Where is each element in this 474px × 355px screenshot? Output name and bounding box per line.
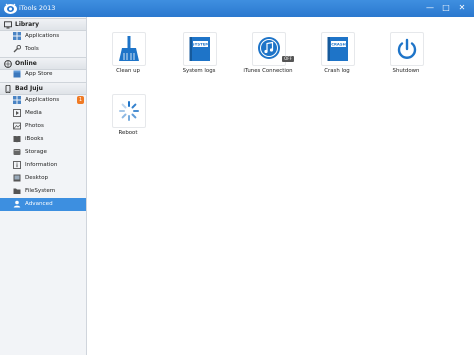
desktop-icon [13, 174, 21, 182]
info-icon [13, 161, 21, 169]
tool-label: Crash log [324, 68, 350, 74]
tool-icon-box [112, 94, 146, 128]
reboot-spinner-icon [119, 101, 139, 121]
reboot-button[interactable]: Reboot [102, 94, 154, 146]
tool-label: iTunes Connection [243, 68, 293, 74]
sidebar-item-tools[interactable]: Tools [0, 43, 86, 56]
advanced-tools-panel: Clean up SYSTEM System logs OFF iTunes C… [87, 17, 474, 355]
tool-label: Shutdown [392, 68, 420, 74]
tool-icon-box: CRASH [321, 32, 355, 66]
sidebar-item-app-store[interactable]: App Store [0, 68, 86, 81]
window-title: iTools 2013 [19, 4, 56, 12]
crash-log-button[interactable]: CRASH Crash log [311, 32, 363, 84]
grid-icon [13, 32, 21, 40]
folder-icon [13, 188, 21, 194]
system-logs-icon-text: SYSTEM [192, 42, 209, 47]
phone-icon [5, 85, 11, 93]
sidebar-item-information[interactable]: Information [0, 159, 86, 172]
title-bar: iTools 2013 — □ ✕ [0, 0, 474, 17]
sidebar-item-storage[interactable]: Storage [0, 146, 86, 159]
photo-icon [13, 122, 21, 130]
tool-icon-box: SYSTEM [183, 32, 217, 66]
maximize-button[interactable]: □ [440, 2, 452, 14]
sidebar-item-desktop[interactable]: Desktop [0, 172, 86, 185]
update-count-badge: 1 [77, 96, 84, 104]
storage-icon [13, 149, 21, 155]
sidebar-item-label: Desktop [25, 175, 49, 181]
sidebar-item-label: FileSystem [25, 188, 56, 194]
itools-window: iTools 2013 — □ ✕ Library Applications T… [0, 0, 474, 355]
sidebar: Library Applications Tools Online App St… [0, 17, 87, 355]
itunes-icon [258, 37, 280, 59]
sidebar-item-library-applications[interactable]: Applications [0, 30, 86, 43]
itunes-status-badge: OFF [282, 56, 294, 62]
globe-icon [4, 60, 12, 68]
monitor-icon [4, 21, 12, 29]
sidebar-item-label: Tools [25, 46, 39, 52]
sidebar-item-media[interactable]: Media [0, 107, 86, 120]
shutdown-button[interactable]: Shutdown [380, 32, 432, 84]
sidebar-item-label: iBooks [25, 136, 44, 142]
tool-label: Clean up [116, 68, 140, 74]
sidebar-section-label: Bad Juju [15, 85, 43, 92]
system-logs-button[interactable]: SYSTEM System logs [173, 32, 225, 84]
sidebar-item-label: Applications [25, 97, 60, 103]
broom-icon [119, 36, 139, 61]
sidebar-item-device-applications[interactable]: Applications 1 [0, 94, 86, 107]
media-icon [13, 109, 21, 117]
sidebar-item-advanced[interactable]: Advanced [0, 198, 86, 211]
sidebar-item-label: Photos [25, 123, 44, 129]
itools-logo-icon [4, 3, 17, 14]
tool-label: Reboot [118, 130, 138, 136]
sidebar-item-label: Advanced [25, 201, 53, 207]
sidebar-item-ibooks[interactable]: iBooks [0, 133, 86, 146]
sidebar-item-photos[interactable]: Photos [0, 120, 86, 133]
sidebar-item-label: Information [25, 162, 58, 168]
minimize-button[interactable]: — [424, 2, 436, 14]
sidebar-item-label: Media [25, 110, 42, 116]
tool-icon-box: OFF [252, 32, 294, 66]
itunes-connection-button[interactable]: OFF iTunes Connection [242, 32, 294, 84]
crash-log-icon-text: CRASH [331, 42, 346, 47]
power-icon [397, 38, 417, 59]
sidebar-item-label: Storage [25, 149, 47, 155]
system-logs-icon: SYSTEM [189, 37, 210, 61]
close-button[interactable]: ✕ [456, 2, 468, 14]
sidebar-section-label: Library [15, 21, 40, 28]
sidebar-item-filesystem[interactable]: FileSystem [0, 185, 86, 198]
tool-icon-box [112, 32, 146, 66]
sidebar-item-label: App Store [25, 71, 53, 77]
crash-log-icon: CRASH [327, 37, 348, 61]
user-icon [13, 200, 21, 208]
clean-up-button[interactable]: Clean up [102, 32, 154, 84]
tool-icon-box [390, 32, 424, 66]
store-icon [13, 70, 21, 78]
sidebar-item-label: Applications [25, 33, 60, 39]
tool-label: System logs [182, 68, 216, 74]
wrench-icon [13, 45, 21, 53]
book-icon [13, 136, 21, 143]
grid-icon [13, 96, 21, 104]
